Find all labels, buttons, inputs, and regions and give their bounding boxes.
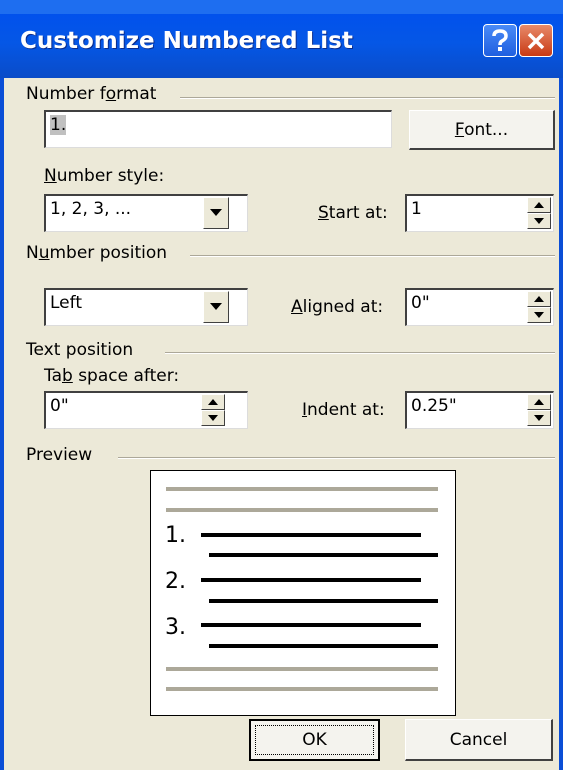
tab-space-spin-down[interactable] [201, 410, 225, 426]
preview-text-line [201, 623, 421, 627]
arrow-up-icon [208, 399, 218, 405]
arrow-up-icon [534, 296, 544, 302]
arrow-down-icon [534, 312, 544, 318]
preview-text-line [209, 599, 438, 603]
aligned-at-spinner[interactable] [527, 291, 551, 323]
font-button[interactable]: Font... [409, 110, 555, 150]
preview-text-line [201, 578, 421, 582]
cancel-button-label: Cancel [449, 729, 508, 750]
indent-at-spinner[interactable] [527, 394, 551, 426]
start-at-spin-down[interactable] [527, 213, 551, 229]
tab-space-after-spinner[interactable] [201, 394, 225, 426]
arrow-up-icon [534, 399, 544, 405]
aligned-at-spin-down[interactable] [527, 307, 551, 323]
preview-group-label: Preview [26, 445, 101, 465]
aligned-at-value: 0" [411, 293, 430, 313]
close-button[interactable] [519, 24, 553, 57]
number-format-group-label: Number format [26, 84, 165, 104]
ok-button[interactable]: OK [249, 719, 380, 761]
number-style-dropdown-button[interactable] [203, 197, 229, 229]
indent-at-spin-down[interactable] [527, 410, 551, 426]
preview-text-line [209, 553, 438, 557]
start-at-label: Start at: [318, 203, 388, 223]
chevron-down-icon [210, 209, 222, 216]
number-format-divider [180, 97, 555, 99]
font-button-label: Font... [454, 119, 509, 140]
chevron-down-icon [210, 303, 222, 310]
start-at-spin-up[interactable] [527, 197, 551, 213]
title-bar-top-strip [0, 0, 563, 14]
start-at-value: 1 [411, 199, 422, 219]
number-format-value: 1. [50, 115, 67, 135]
indent-at-label: Indent at: [302, 400, 385, 420]
indent-at-spin-up[interactable] [527, 394, 551, 410]
text-position-divider [165, 352, 555, 354]
indent-at-value: 0.25" [411, 396, 457, 416]
arrow-down-icon [534, 218, 544, 224]
text-position-group-label: Text position [26, 340, 142, 360]
dialog-title: Customize Numbered List [20, 28, 353, 54]
preview-number-2: 2. [165, 569, 186, 594]
help-button[interactable] [483, 24, 517, 57]
number-format-input[interactable]: 1. [44, 110, 392, 148]
aligned-at-label: Aligned at: [291, 297, 384, 317]
number-position-selected: Left [50, 293, 82, 313]
start-at-spinner[interactable] [527, 197, 551, 229]
title-bar[interactable]: Customize Numbered List [0, 0, 563, 78]
preview-number-3: 3. [165, 615, 186, 640]
preview-gray-line [166, 508, 438, 512]
preview-gray-line [166, 687, 438, 691]
number-position-dropdown-button[interactable] [203, 291, 229, 323]
number-position-divider [190, 255, 555, 257]
preview-text-line [201, 533, 421, 537]
cancel-button[interactable]: Cancel [405, 719, 553, 761]
tab-space-spin-up[interactable] [201, 394, 225, 410]
arrow-down-icon [208, 415, 218, 421]
preview-divider [118, 457, 555, 459]
aligned-at-spin-up[interactable] [527, 291, 551, 307]
dialog-body: Number format 1. Font... Number style: 1… [0, 78, 563, 770]
arrow-down-icon [534, 415, 544, 421]
number-position-group-label: Number position [26, 243, 176, 263]
ok-button-focus-ring [255, 725, 374, 755]
preview-text-line [209, 644, 438, 648]
number-style-selected: 1, 2, 3, ... [50, 199, 132, 219]
tab-space-after-label: Tab space after: [44, 366, 180, 386]
preview-pane: 1. 2. 3. [150, 470, 456, 716]
arrow-up-icon [534, 202, 544, 208]
close-icon [527, 32, 545, 49]
preview-gray-line [166, 667, 438, 671]
preview-number-1: 1. [165, 523, 186, 548]
number-style-label: Number style: [44, 166, 165, 186]
preview-gray-line [166, 487, 438, 491]
tab-space-after-value: 0" [50, 396, 69, 416]
question-mark-icon [492, 28, 508, 51]
